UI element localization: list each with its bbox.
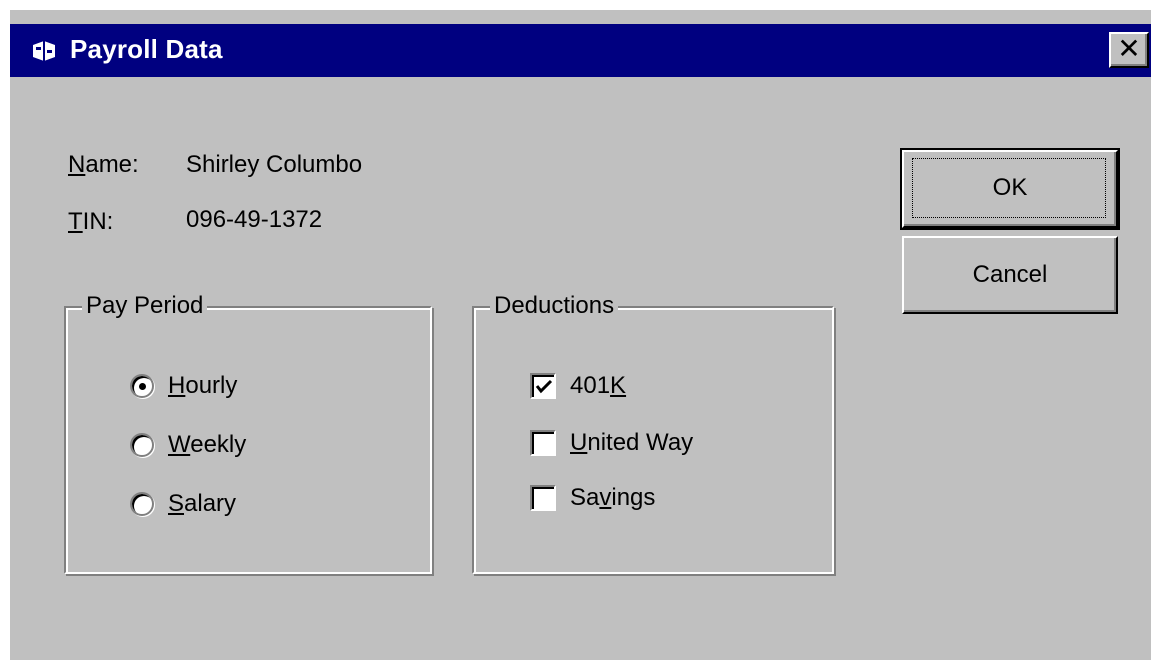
checkbox-401k[interactable]: 401K bbox=[530, 370, 626, 402]
check-mark-icon bbox=[535, 379, 553, 394]
cancel-button[interactable]: Cancel bbox=[902, 236, 1118, 314]
payroll-dialog: Payroll Data ✕ Name: Shirley Columbo TIN… bbox=[0, 0, 1159, 660]
pay-period-group: Pay Period Hourly Weekly Salary bbox=[64, 290, 432, 574]
radio-label-hourly: Hourly bbox=[168, 372, 238, 399]
checkbox-label-savings: Savings bbox=[570, 484, 656, 511]
tin-label-rest: IN: bbox=[82, 208, 114, 235]
radio-label-weekly: Weekly bbox=[168, 431, 247, 458]
payroll-app-icon bbox=[33, 41, 55, 61]
focus-rectangle bbox=[912, 158, 1106, 218]
checkbox-label-united-way: United Way bbox=[570, 429, 694, 456]
checkbox-box-401k[interactable] bbox=[530, 373, 556, 399]
name-label-rest: ame: bbox=[85, 151, 139, 178]
tin-label: TIN: bbox=[68, 208, 114, 235]
radio-button-salary[interactable] bbox=[130, 492, 154, 516]
deductions-group: Deductions 401K United Way Savings bbox=[472, 290, 834, 574]
radio-weekly[interactable]: Weekly bbox=[130, 429, 246, 461]
deductions-title: Deductions bbox=[490, 290, 619, 322]
close-button[interactable]: ✕ bbox=[1109, 32, 1149, 68]
tin-value: 096-49-1372 bbox=[186, 206, 323, 233]
checkbox-savings[interactable]: Savings bbox=[530, 482, 655, 514]
window-title: Payroll Data bbox=[70, 34, 223, 64]
checkbox-label-401k: 401K bbox=[570, 372, 627, 399]
checkbox-united-way[interactable]: United Way bbox=[530, 427, 693, 459]
radio-label-salary: Salary bbox=[168, 490, 237, 517]
ok-button[interactable]: OK bbox=[900, 148, 1120, 230]
name-label: Name: bbox=[68, 151, 139, 178]
pay-period-title: Pay Period bbox=[82, 290, 208, 322]
checkbox-box-united-way[interactable] bbox=[530, 430, 556, 456]
name-value: Shirley Columbo bbox=[186, 151, 363, 178]
radio-button-hourly[interactable] bbox=[130, 374, 154, 398]
cancel-button-label: Cancel bbox=[972, 261, 1048, 288]
close-icon: ✕ bbox=[1117, 33, 1141, 64]
radio-hourly[interactable]: Hourly bbox=[130, 370, 237, 402]
checkbox-box-savings[interactable] bbox=[530, 485, 556, 511]
radio-salary[interactable]: Salary bbox=[130, 488, 236, 520]
title-bar[interactable]: Payroll Data ✕ bbox=[10, 24, 1151, 77]
radio-button-weekly[interactable] bbox=[130, 433, 154, 457]
